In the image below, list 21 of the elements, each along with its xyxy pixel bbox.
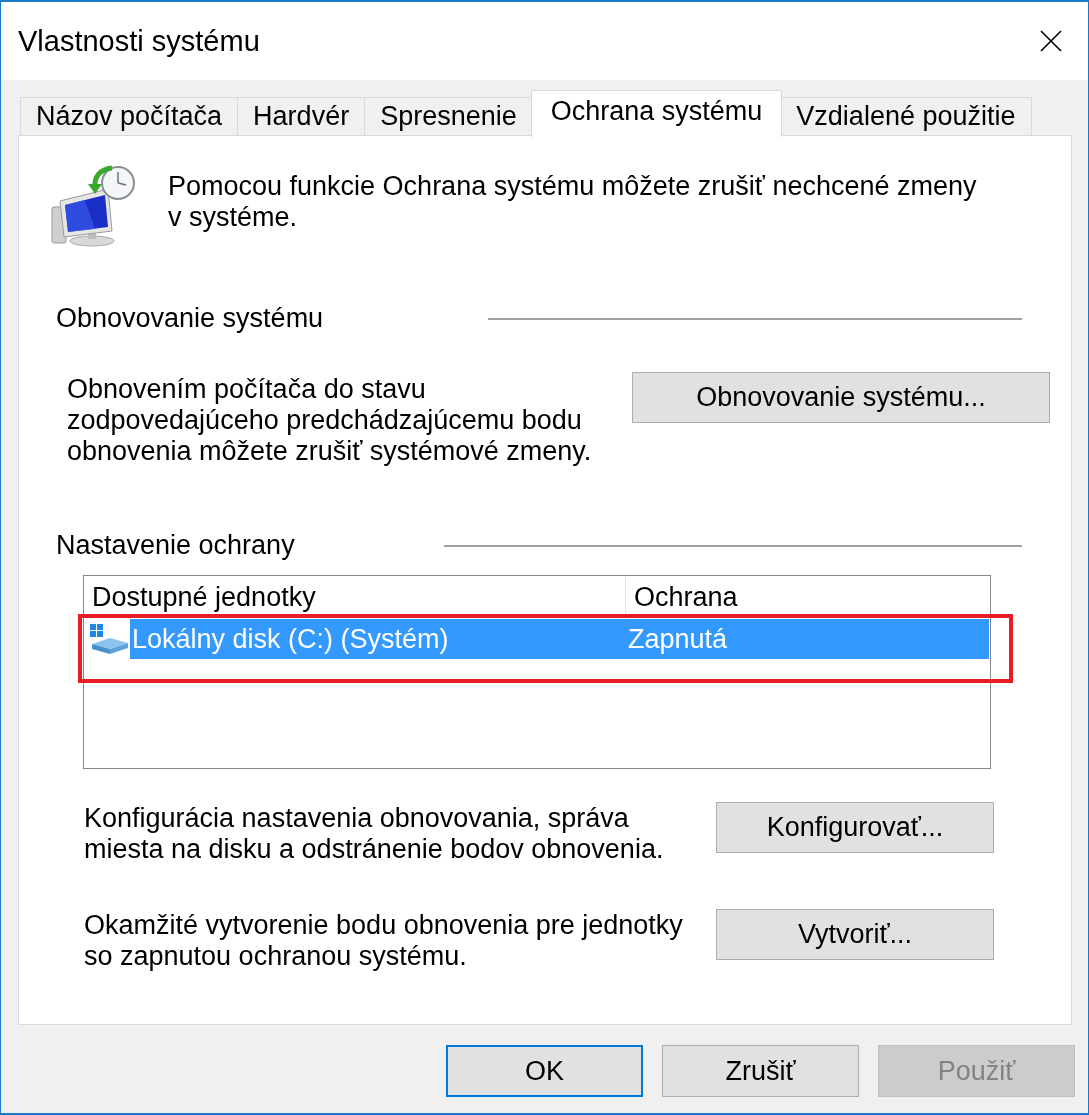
dialog-button[interactable]: OK: [446, 1045, 643, 1097]
tab[interactable]: Ochrana systému: [530, 90, 783, 137]
drive-name: Lokálny disk (C:) (Systém): [131, 622, 450, 656]
protection-status: Zapnutá: [627, 622, 728, 656]
group-heading: Nastavenie ochrany: [56, 530, 295, 561]
system-restore-button[interactable]: Obnovovanie systému...: [632, 372, 1050, 423]
action-button[interactable]: Vytvoriť...: [716, 909, 994, 960]
column-header[interactable]: Ochrana: [626, 576, 738, 619]
action-button[interactable]: Konfigurovať...: [716, 802, 994, 853]
intro-text: Pomocou funkcie Ochrana systému môžete zrušiť nechcené zmeny v systéme.: [168, 171, 977, 234]
window-title: Vlastnosti systému: [18, 24, 260, 58]
action-description: Okamžité vytvorenie bodu obnovenia pre jednotky so zapnutou ochranou systému.: [84, 910, 683, 972]
tab[interactable]: Názov počítača: [20, 97, 239, 135]
drive-icon: [90, 624, 128, 654]
group-heading: Obnovovanie systému: [56, 303, 324, 334]
system-protection-icon: [50, 165, 136, 247]
restore-description: Obnovením počítača do stavu zodpovedajúceho predchádzajúcemu bodu obnovenia môžete zrušiť systémové zmeny.: [67, 374, 592, 467]
dialog-button[interactable]: Zrušiť: [662, 1045, 859, 1097]
action-description: Konfigurácia nastavenia obnovovania, správa miesta na disku a odstránenie bodov obnovenia.: [84, 803, 664, 865]
tab[interactable]: Vzdialené použitie: [780, 97, 1032, 135]
close-icon[interactable]: [1040, 30, 1062, 52]
